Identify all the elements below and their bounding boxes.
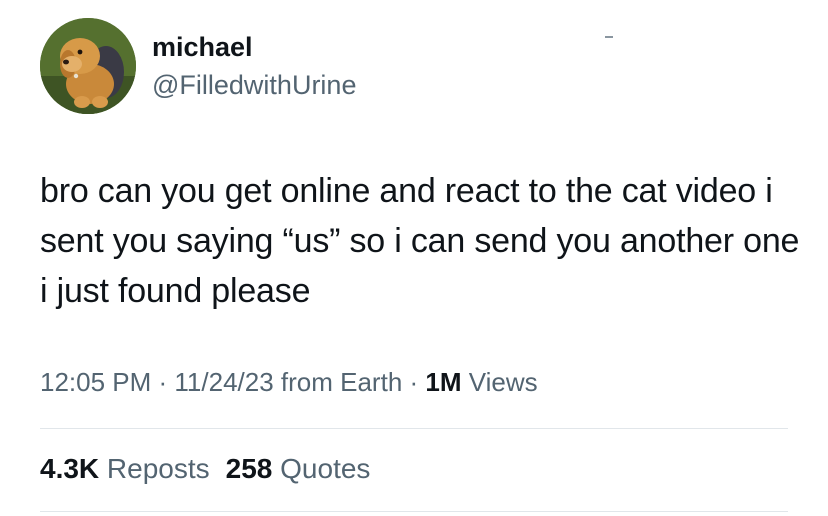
tweet-card: michael @FilledwithUrine bro can you get… bbox=[0, 0, 828, 516]
tweet-text: bro can you get online and react to the … bbox=[40, 172, 800, 310]
tweet-time[interactable]: 12:05 PM bbox=[40, 367, 151, 397]
author-names: michael @FilledwithUrine bbox=[152, 30, 356, 102]
tweet-date[interactable]: 11/24/23 bbox=[174, 367, 273, 397]
reposts-stat[interactable]: 4.3K Reposts bbox=[40, 453, 210, 484]
more-options-icon[interactable] bbox=[605, 36, 613, 38]
meta-separator: · bbox=[151, 367, 175, 397]
reposts-count: 4.3K bbox=[40, 453, 100, 484]
tweet-header: michael @FilledwithUrine bbox=[40, 18, 356, 114]
engagement-stats: 4.3K Reposts 258 Quotes bbox=[40, 450, 370, 488]
plush-dog-avatar-icon bbox=[40, 18, 136, 114]
reposts-label: Reposts bbox=[99, 453, 210, 484]
views-count: 1M bbox=[425, 367, 462, 397]
divider bbox=[40, 428, 788, 429]
avatar[interactable] bbox=[40, 18, 136, 114]
tweet-source: from Earth bbox=[273, 367, 403, 397]
tweet-meta: 12:05 PM · 11/24/23 from Earth · 1M View… bbox=[40, 364, 538, 400]
author-display-name[interactable]: michael bbox=[152, 30, 356, 64]
author-handle[interactable]: @FilledwithUrine bbox=[152, 68, 356, 102]
meta-separator: · bbox=[402, 367, 426, 397]
quotes-label: Quotes bbox=[272, 453, 371, 484]
divider bbox=[40, 511, 788, 512]
quotes-stat[interactable]: 258 Quotes bbox=[226, 453, 371, 484]
views-label: Views bbox=[461, 367, 538, 397]
quotes-count: 258 bbox=[225, 453, 273, 484]
